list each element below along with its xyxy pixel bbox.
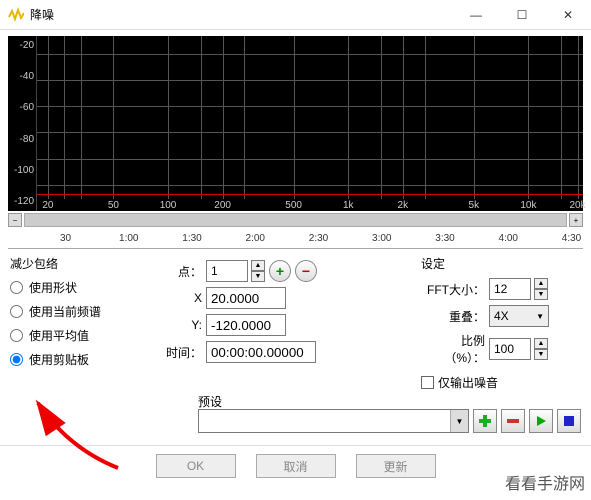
radio-use-current-spectrum[interactable]: 使用当前频谱 bbox=[10, 303, 150, 320]
watermark-text: 看看手游网 bbox=[505, 470, 585, 494]
y-tick: -80 bbox=[10, 134, 34, 145]
minimize-button[interactable]: — bbox=[453, 0, 499, 30]
plot-area[interactable]: 20 50 100 200 500 1k 2k 5k 10k 20k bbox=[36, 36, 583, 211]
ok-button[interactable]: OK bbox=[156, 454, 236, 478]
time-input[interactable] bbox=[206, 341, 316, 363]
points-label: 点： bbox=[160, 263, 202, 280]
close-button[interactable]: ✕ bbox=[545, 0, 591, 30]
x-tick: 20 bbox=[42, 200, 53, 211]
x-tick: 20k bbox=[569, 200, 585, 211]
checkbox-label: 仅输出噪音 bbox=[438, 374, 498, 391]
noise-only-checkbox[interactable]: 仅输出噪音 bbox=[421, 374, 581, 391]
add-point-button[interactable]: + bbox=[269, 260, 291, 282]
fft-label: FFT大小： bbox=[421, 281, 485, 298]
y-label: Y: bbox=[160, 318, 202, 332]
time-tick: 3:00 bbox=[372, 233, 391, 244]
ratio-label: 比例（%）： bbox=[421, 332, 485, 366]
overlap-select[interactable]: 4X▼ bbox=[489, 305, 549, 327]
remove-point-button[interactable]: − bbox=[295, 260, 317, 282]
radio-use-clipboard[interactable]: 使用剪贴板 bbox=[10, 351, 150, 368]
chevron-down-icon: ▼ bbox=[536, 312, 544, 321]
time-tick: 4:00 bbox=[499, 233, 518, 244]
radio-use-shape[interactable]: 使用形状 bbox=[10, 279, 150, 296]
ratio-spinner[interactable]: ▲▼ bbox=[534, 338, 548, 360]
radio-use-average[interactable]: 使用平均值 bbox=[10, 327, 150, 344]
cancel-button[interactable]: 取消 bbox=[256, 454, 336, 478]
update-button[interactable]: 更新 bbox=[356, 454, 436, 478]
preset-add-button[interactable] bbox=[473, 409, 497, 433]
y-axis: -20 -40 -60 -80 -100 -120 bbox=[8, 36, 36, 211]
x-input[interactable] bbox=[206, 287, 286, 309]
radio-label: 使用当前频谱 bbox=[29, 303, 101, 320]
points-input[interactable]: 1 bbox=[206, 260, 248, 282]
titlebar: 降噪 — ☐ ✕ bbox=[0, 0, 591, 30]
preset-remove-button[interactable] bbox=[501, 409, 525, 433]
x-tick: 500 bbox=[285, 200, 302, 211]
main-form: 减少包络 使用形状 使用当前频谱 使用平均值 使用剪贴板 点： 1 ▲▼ + −… bbox=[0, 249, 591, 397]
x-tick: 100 bbox=[160, 200, 177, 211]
fft-size-input[interactable]: 12 bbox=[489, 278, 531, 300]
settings-group: 设定 FFT大小： 12 ▲▼ 重叠： 4X▼ 比例（%）： 100 ▲▼ 仅输… bbox=[421, 255, 581, 391]
dialog-button-row: OK 取消 更新 bbox=[0, 445, 591, 486]
x-tick: 1k bbox=[343, 200, 354, 211]
y-tick: -100 bbox=[10, 165, 34, 176]
preset-label: 预设 bbox=[198, 393, 222, 410]
time-label: 时间： bbox=[160, 344, 202, 361]
envelope-group: 减少包络 使用形状 使用当前频谱 使用平均值 使用剪贴板 bbox=[10, 255, 150, 391]
fft-spinner[interactable]: ▲▼ bbox=[534, 278, 548, 300]
preset-row: ▼ bbox=[198, 409, 581, 433]
play-button[interactable] bbox=[529, 409, 553, 433]
zoom-out-button[interactable]: − bbox=[8, 213, 22, 227]
scroll-track[interactable] bbox=[24, 213, 567, 227]
time-tick: 4:30 bbox=[562, 233, 581, 244]
y-tick: -20 bbox=[10, 40, 34, 51]
x-tick: 50 bbox=[108, 200, 119, 211]
preset-select[interactable]: ▼ bbox=[198, 409, 469, 433]
x-tick: 200 bbox=[214, 200, 231, 211]
x-tick: 2k bbox=[398, 200, 409, 211]
time-tick: 30 bbox=[60, 233, 71, 244]
spectrum-graph: -20 -40 -60 -80 -100 -120 20 50 100 200 … bbox=[8, 36, 583, 211]
radio-label: 使用形状 bbox=[29, 279, 77, 296]
points-group: 点： 1 ▲▼ + − X Y: 时间： bbox=[160, 255, 411, 391]
envelope-line bbox=[37, 194, 583, 195]
chevron-down-icon: ▼ bbox=[450, 410, 468, 432]
y-input[interactable] bbox=[206, 314, 286, 336]
radio-label: 使用剪贴板 bbox=[29, 351, 89, 368]
x-tick: 10k bbox=[520, 200, 536, 211]
x-tick: 5k bbox=[469, 200, 480, 211]
window-title: 降噪 bbox=[30, 6, 453, 23]
envelope-title: 减少包络 bbox=[10, 255, 150, 272]
settings-title: 设定 bbox=[421, 255, 581, 272]
points-spinner[interactable]: ▲▼ bbox=[251, 260, 265, 282]
y-tick: -120 bbox=[10, 196, 34, 207]
time-tick: 2:30 bbox=[309, 233, 328, 244]
y-tick: -60 bbox=[10, 102, 34, 113]
ratio-input[interactable]: 100 bbox=[489, 338, 531, 360]
time-tick: 1:30 bbox=[182, 233, 201, 244]
checkbox-icon bbox=[421, 376, 434, 389]
zoom-in-button[interactable]: + bbox=[569, 213, 583, 227]
y-tick: -40 bbox=[10, 71, 34, 82]
time-tick: 3:30 bbox=[435, 233, 454, 244]
radio-label: 使用平均值 bbox=[29, 327, 89, 344]
stop-button[interactable] bbox=[557, 409, 581, 433]
time-tick: 1:00 bbox=[119, 233, 138, 244]
maximize-button[interactable]: ☐ bbox=[499, 0, 545, 30]
x-label: X bbox=[160, 291, 202, 305]
time-tick: 2:00 bbox=[246, 233, 265, 244]
app-icon bbox=[8, 7, 24, 23]
time-ruler[interactable]: 30 1:00 1:30 2:00 2:30 3:00 3:30 4:00 4:… bbox=[8, 227, 583, 249]
zoom-scrollbar[interactable]: − + bbox=[8, 213, 583, 227]
overlap-label: 重叠： bbox=[421, 308, 485, 325]
